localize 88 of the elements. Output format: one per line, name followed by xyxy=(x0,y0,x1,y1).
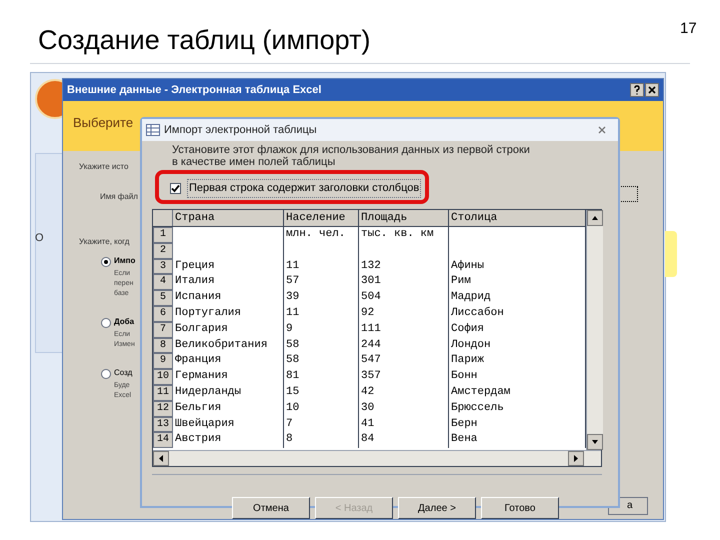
window-title: Импорт электронной таблицы xyxy=(164,122,318,138)
table-cell: 7 xyxy=(284,416,359,432)
instruction-text: в качестве имен полей таблицы xyxy=(172,156,336,168)
table-cell: 10 xyxy=(284,400,359,417)
table-cell: 30 xyxy=(359,400,449,417)
table-cell: Испания xyxy=(173,290,284,306)
table-cell: Португалия xyxy=(173,306,284,322)
panel-label: О xyxy=(35,231,44,246)
table-cell: 8 xyxy=(284,432,359,448)
table-cell: 111 xyxy=(359,322,449,338)
row-number: 7 xyxy=(153,322,173,338)
table-cell: 11 xyxy=(284,258,359,274)
table-cell: Великобритания xyxy=(173,338,284,354)
checkbox-label[interactable]: Первая строка содержит заголовки столбцов xyxy=(187,179,422,198)
column-header[interactable]: Население xyxy=(284,210,359,226)
horizontal-scrollbar[interactable] xyxy=(153,450,601,466)
row-number: 2 xyxy=(153,242,173,259)
dialog-button[interactable]: Отмена xyxy=(232,497,310,519)
row-number: 10 xyxy=(153,369,173,385)
table-cell: Германия xyxy=(173,369,284,385)
instruction-text: Установите этот флажок для использования данных из первой строки xyxy=(172,144,530,156)
dialog-heading: Выберите xyxy=(73,115,134,130)
table-cell: 15 xyxy=(284,384,359,401)
radio-button[interactable] xyxy=(101,318,111,328)
table-cell: 504 xyxy=(359,290,449,306)
checkbox[interactable] xyxy=(170,182,181,194)
scroll-left-button[interactable] xyxy=(153,451,169,466)
row-number: 9 xyxy=(153,353,173,370)
help-button[interactable] xyxy=(630,83,644,97)
table-icon xyxy=(146,124,160,136)
row-number: 11 xyxy=(153,384,173,401)
radio-button[interactable] xyxy=(101,257,111,267)
table-cell: Австрия xyxy=(173,432,284,448)
row-number: 3 xyxy=(153,258,173,274)
slide-title: Создание таблиц (импорт) xyxy=(38,24,370,57)
column-header[interactable]: Страна xyxy=(173,210,284,226)
window-title: Внешние данные - Электронная таблица Excel xyxy=(67,82,322,98)
header-corner xyxy=(153,210,173,226)
table-cell: тыс. кв. км xyxy=(359,227,449,243)
table-cell: 11 xyxy=(284,306,359,322)
table-cell: Бельгия xyxy=(173,400,284,417)
table-cell: млн. чел. xyxy=(284,227,359,243)
table-cell: 41 xyxy=(359,416,449,432)
dialog-button[interactable]: Далее > xyxy=(398,497,476,519)
radio-button[interactable] xyxy=(101,369,111,379)
row-number: 13 xyxy=(153,416,173,432)
column-header[interactable]: Площадь xyxy=(359,210,449,226)
scrollbar[interactable] xyxy=(586,210,603,450)
field-label: Укажите исто xyxy=(79,161,128,173)
scroll-up-button[interactable] xyxy=(587,210,603,226)
scroll-right-button[interactable] xyxy=(568,451,584,466)
table-cell: 57 xyxy=(284,274,359,290)
table-cell: 132 xyxy=(359,258,449,274)
table-cell: 39 xyxy=(284,290,359,306)
option-label[interactable]: Импо xyxy=(114,255,136,267)
row-number: 14 xyxy=(153,432,173,448)
table-cell: Греция xyxy=(173,258,284,274)
option-label[interactable]: Созд xyxy=(114,367,132,379)
page-number: 17 xyxy=(680,19,697,39)
field-label: Укажите, когд xyxy=(79,236,130,248)
table-cell: 81 xyxy=(284,369,359,385)
table-cell: Нидерланды xyxy=(173,384,284,401)
row-number: 5 xyxy=(153,290,173,306)
option-label[interactable]: Доба xyxy=(114,316,134,328)
column-header[interactable]: Столица xyxy=(449,210,586,226)
table-cell: Франция xyxy=(173,353,284,370)
table-cell: Швейцария xyxy=(173,416,284,432)
table-cell: 58 xyxy=(284,338,359,354)
dialog-button[interactable]: Готово xyxy=(481,497,559,519)
row-number: 6 xyxy=(153,306,173,322)
row-number: 1 xyxy=(153,227,173,243)
table-cell: 301 xyxy=(359,274,449,290)
table-cell: 92 xyxy=(359,306,449,322)
table-cell: 9 xyxy=(284,322,359,338)
scroll-down-button[interactable] xyxy=(587,434,603,450)
table-cell: 84 xyxy=(359,432,449,448)
row-number: 12 xyxy=(153,400,173,417)
table-cell: 244 xyxy=(359,338,449,354)
table-cell: 58 xyxy=(284,353,359,370)
row-number: 4 xyxy=(153,274,173,290)
field-label: Имя файл xyxy=(100,191,138,203)
table-cell: Италия xyxy=(173,274,284,290)
table-cell: 547 xyxy=(359,353,449,370)
table-cell: 357 xyxy=(359,369,449,385)
table-cell: 42 xyxy=(359,384,449,401)
close-button[interactable] xyxy=(645,83,659,97)
table-cell: Болгария xyxy=(173,322,284,338)
row-number: 8 xyxy=(153,338,173,354)
